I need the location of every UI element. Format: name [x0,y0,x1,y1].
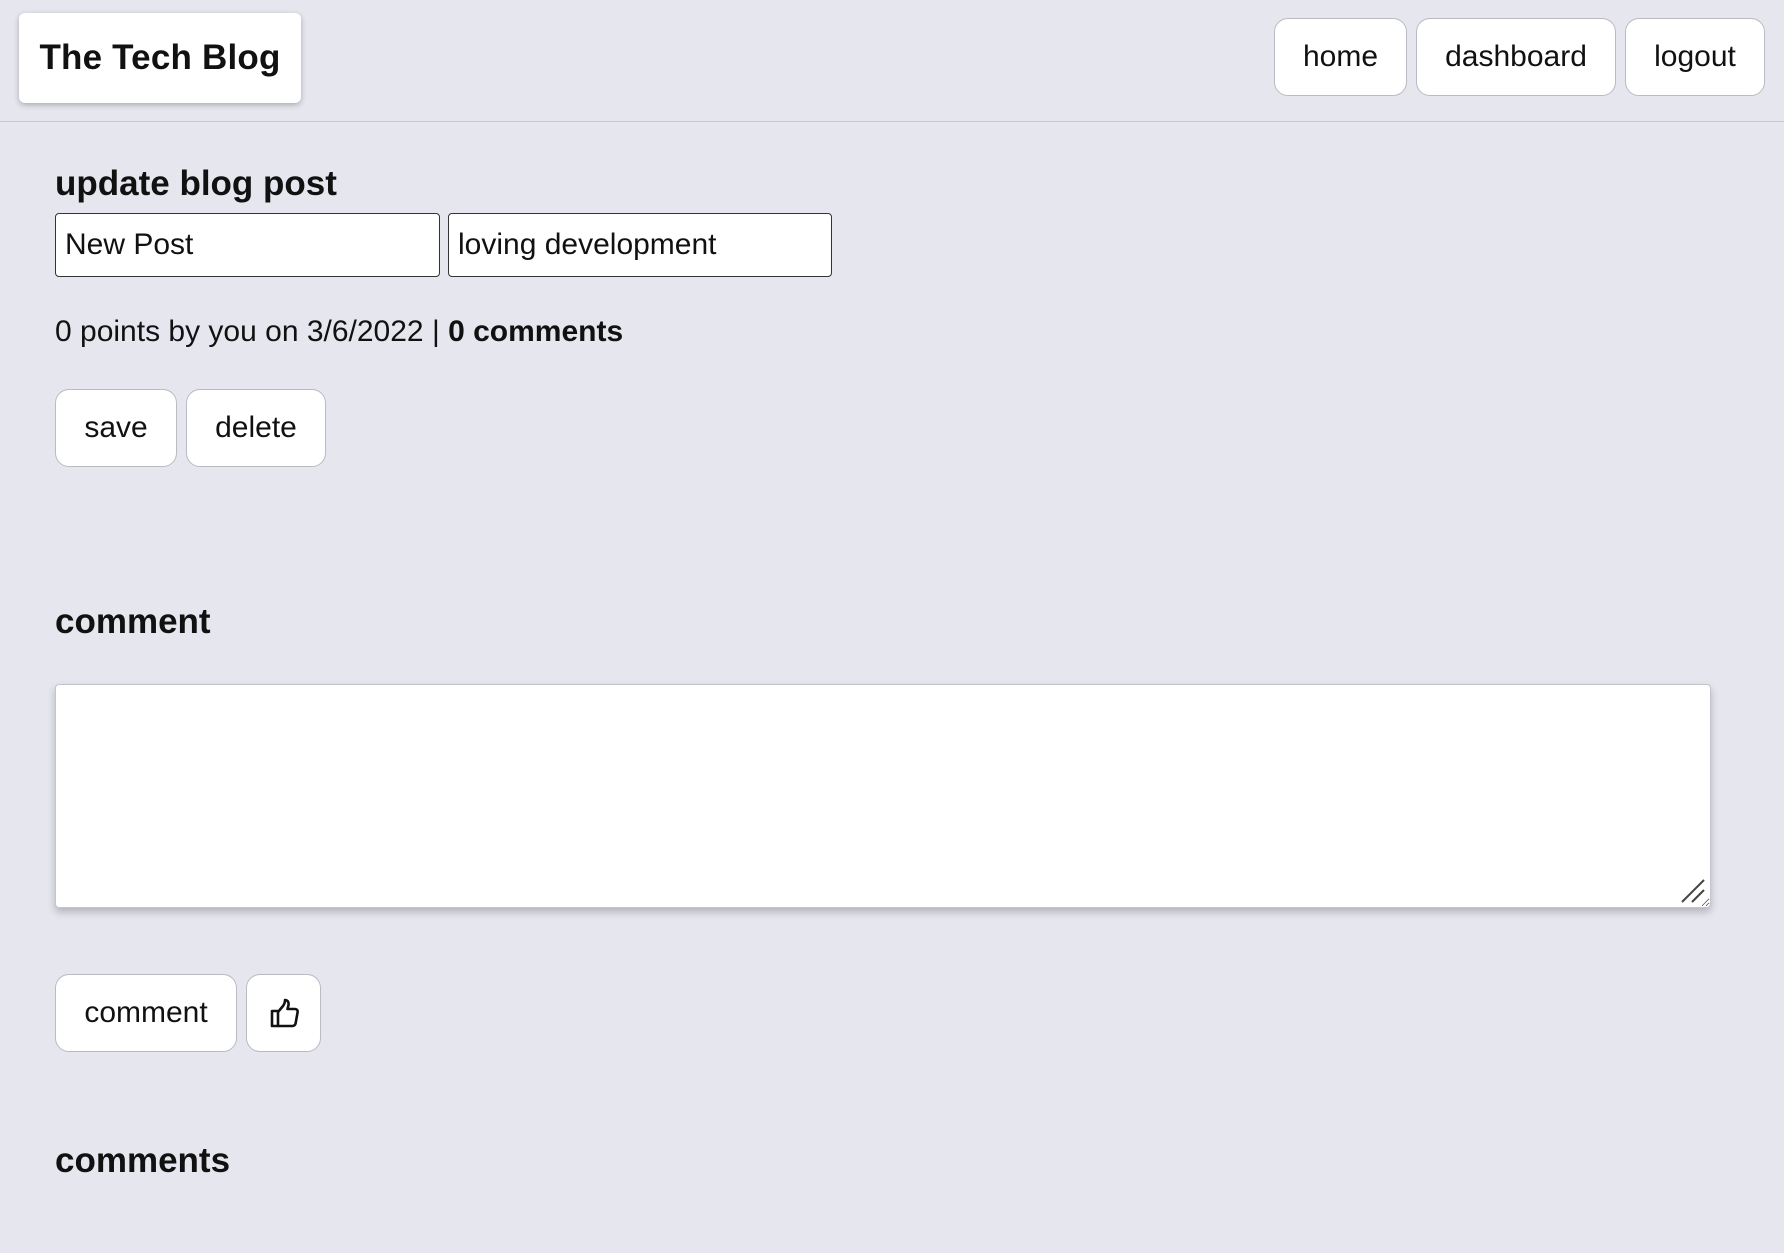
post-title-input[interactable] [55,213,440,277]
delete-button[interactable]: delete [186,389,326,467]
post-points-author-date: 0 points by you on 3/6/2022 | [55,315,449,348]
comments-section-heading: comments [55,1141,231,1180]
nav-home-button[interactable]: home [1274,18,1407,96]
post-meta: 0 points by you on 3/6/2022 | 0 comments [55,315,623,349]
comment-textarea[interactable] [55,684,1711,908]
update-post-heading: update blog post [55,164,337,203]
submit-comment-button[interactable]: comment [55,974,237,1052]
nav-logout-button[interactable]: logout [1625,18,1765,96]
save-button[interactable]: save [55,389,177,467]
site-title[interactable]: The Tech Blog [19,13,301,103]
thumbs-up-icon [270,998,299,1028]
post-content-input[interactable] [448,213,832,277]
comment-heading: comment [55,602,211,641]
post-comment-count: 0 comments [448,315,624,348]
top-navigation-bar: The Tech Blog home dashboard logout [0,0,1784,122]
upvote-button[interactable] [246,974,321,1052]
nav-dashboard-button[interactable]: dashboard [1416,18,1616,96]
